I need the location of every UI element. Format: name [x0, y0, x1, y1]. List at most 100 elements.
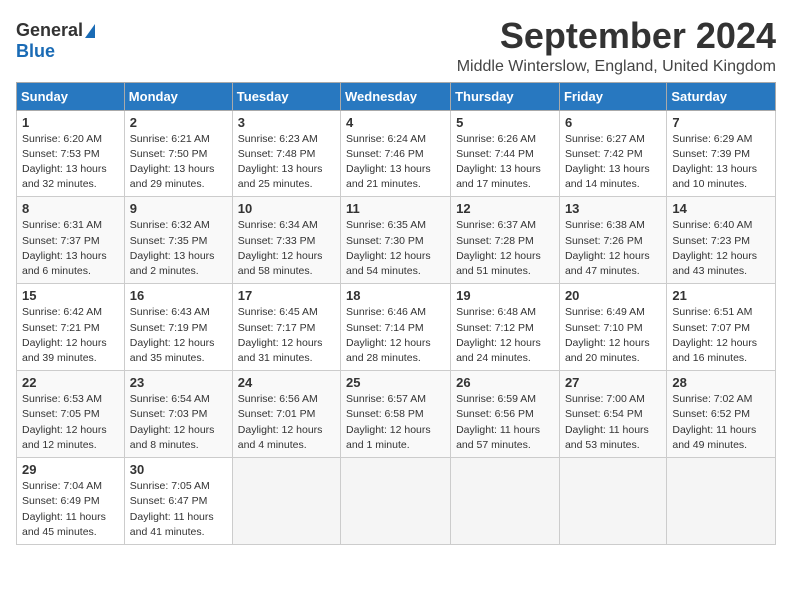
day-number: 19: [456, 288, 554, 303]
day-info: Sunrise: 6:35 AM Sunset: 7:30 PM Dayligh…: [346, 218, 445, 279]
day-info: Sunrise: 6:31 AM Sunset: 7:37 PM Dayligh…: [22, 218, 119, 279]
calendar-week-row: 29Sunrise: 7:04 AM Sunset: 6:49 PM Dayli…: [17, 458, 776, 545]
calendar-day-cell: 13Sunrise: 6:38 AM Sunset: 7:26 PM Dayli…: [559, 197, 666, 284]
calendar-header-row: SundayMondayTuesdayWednesdayThursdayFrid…: [17, 82, 776, 110]
day-number: 11: [346, 201, 445, 216]
day-number: 7: [672, 115, 770, 130]
day-info: Sunrise: 6:34 AM Sunset: 7:33 PM Dayligh…: [238, 218, 335, 279]
calendar-day-cell: 15 Sunrise: 6:42 AM Sunset: 7:21 PM Dayli…: [17, 284, 125, 371]
day-number: 14: [672, 201, 770, 216]
day-number: 23: [130, 375, 227, 390]
calendar-day-cell: 12 Sunrise: 6:37 AM Sunset: 7:28 PM Dayli…: [451, 197, 560, 284]
calendar-day-cell: 28Sunrise: 7:02 AM Sunset: 6:52 PM Dayli…: [667, 371, 776, 458]
day-info: Sunrise: 6:43 AM Sunset: 7:19 PM Dayligh…: [130, 305, 227, 366]
calendar-day-header: Thursday: [451, 82, 560, 110]
logo: General Blue: [16, 16, 95, 62]
day-info: Sunrise: 6:21 AM Sunset: 7:50 PM Dayligh…: [130, 132, 227, 193]
day-info: Sunrise: 6:23 AM Sunset: 7:48 PM Dayligh…: [238, 132, 335, 193]
calendar-day-cell: 11 Sunrise: 6:35 AM Sunset: 7:30 PM Dayli…: [341, 197, 451, 284]
header: General Blue September 2024 Middle Winte…: [16, 16, 776, 76]
day-info: Sunrise: 6:29 AM Sunset: 7:39 PM Dayligh…: [672, 132, 770, 193]
day-info: Sunrise: 6:37 AM Sunset: 7:28 PM Dayligh…: [456, 218, 554, 279]
day-info: Sunrise: 7:00 AM Sunset: 6:54 PM Dayligh…: [565, 392, 661, 453]
calendar-day-cell: [341, 458, 451, 545]
calendar-day-cell: [232, 458, 340, 545]
day-info: Sunrise: 6:24 AM Sunset: 7:46 PM Dayligh…: [346, 132, 445, 193]
day-number: 24: [238, 375, 335, 390]
day-info: Sunrise: 6:54 AM Sunset: 7:03 PM Dayligh…: [130, 392, 227, 453]
logo-blue: Blue: [16, 41, 55, 62]
calendar-day-cell: 23 Sunrise: 6:54 AM Sunset: 7:03 PM Dayli…: [124, 371, 232, 458]
day-number: 25: [346, 375, 445, 390]
calendar-day-cell: 9 Sunrise: 6:32 AM Sunset: 7:35 PM Daylig…: [124, 197, 232, 284]
day-number: 17: [238, 288, 335, 303]
day-number: 26: [456, 375, 554, 390]
calendar-week-row: 22 Sunrise: 6:53 AM Sunset: 7:05 PM Dayli…: [17, 371, 776, 458]
day-info: Sunrise: 7:04 AM Sunset: 6:49 PM Dayligh…: [22, 479, 119, 540]
day-info: Sunrise: 6:40 AM Sunset: 7:23 PM Dayligh…: [672, 218, 770, 279]
day-info: Sunrise: 6:42 AM Sunset: 7:21 PM Dayligh…: [22, 305, 119, 366]
calendar-day-cell: 25 Sunrise: 6:57 AM Sunset: 6:58 PM Dayli…: [341, 371, 451, 458]
logo-general: General: [16, 20, 83, 41]
calendar-day-header: Friday: [559, 82, 666, 110]
calendar-day-header: Sunday: [17, 82, 125, 110]
calendar-day-cell: 22 Sunrise: 6:53 AM Sunset: 7:05 PM Dayli…: [17, 371, 125, 458]
calendar-day-cell: 14 Sunrise: 6:40 AM Sunset: 7:23 PM Dayli…: [667, 197, 776, 284]
day-number: 15: [22, 288, 119, 303]
calendar-week-row: 8 Sunrise: 6:31 AM Sunset: 7:37 PM Daylig…: [17, 197, 776, 284]
calendar-day-header: Tuesday: [232, 82, 340, 110]
calendar-day-cell: [451, 458, 560, 545]
day-number: 2: [130, 115, 227, 130]
calendar-day-cell: 2 Sunrise: 6:21 AM Sunset: 7:50 PM Daylig…: [124, 110, 232, 197]
calendar-day-cell: 3 Sunrise: 6:23 AM Sunset: 7:48 PM Daylig…: [232, 110, 340, 197]
location-title: Middle Winterslow, England, United Kingd…: [457, 58, 776, 76]
calendar-day-cell: 21 Sunrise: 6:51 AM Sunset: 7:07 PM Dayli…: [667, 284, 776, 371]
logo-arrow-icon: [85, 24, 95, 38]
day-info: Sunrise: 6:46 AM Sunset: 7:14 PM Dayligh…: [346, 305, 445, 366]
day-number: 13: [565, 201, 661, 216]
day-info: Sunrise: 6:57 AM Sunset: 6:58 PM Dayligh…: [346, 392, 445, 453]
day-number: 8: [22, 201, 119, 216]
calendar-day-cell: [559, 458, 666, 545]
calendar-day-cell: 20Sunrise: 6:49 AM Sunset: 7:10 PM Dayli…: [559, 284, 666, 371]
calendar-day-cell: 6 Sunrise: 6:27 AM Sunset: 7:42 PM Daylig…: [559, 110, 666, 197]
day-info: Sunrise: 6:45 AM Sunset: 7:17 PM Dayligh…: [238, 305, 335, 366]
day-info: Sunrise: 6:26 AM Sunset: 7:44 PM Dayligh…: [456, 132, 554, 193]
calendar-day-cell: 10Sunrise: 6:34 AM Sunset: 7:33 PM Dayli…: [232, 197, 340, 284]
day-number: 9: [130, 201, 227, 216]
calendar-week-row: 15 Sunrise: 6:42 AM Sunset: 7:21 PM Dayli…: [17, 284, 776, 371]
day-number: 1: [22, 115, 119, 130]
calendar-table: SundayMondayTuesdayWednesdayThursdayFrid…: [16, 82, 776, 545]
day-number: 16: [130, 288, 227, 303]
calendar-day-header: Wednesday: [341, 82, 451, 110]
day-number: 4: [346, 115, 445, 130]
day-number: 3: [238, 115, 335, 130]
day-info: Sunrise: 6:59 AM Sunset: 6:56 PM Dayligh…: [456, 392, 554, 453]
day-info: Sunrise: 6:27 AM Sunset: 7:42 PM Dayligh…: [565, 132, 661, 193]
day-number: 30: [130, 462, 227, 477]
day-number: 18: [346, 288, 445, 303]
calendar-day-cell: 17 Sunrise: 6:45 AM Sunset: 7:17 PM Dayli…: [232, 284, 340, 371]
calendar-day-cell: 16 Sunrise: 6:43 AM Sunset: 7:19 PM Dayli…: [124, 284, 232, 371]
calendar-day-cell: 7 Sunrise: 6:29 AM Sunset: 7:39 PM Daylig…: [667, 110, 776, 197]
day-number: 5: [456, 115, 554, 130]
day-info: Sunrise: 6:48 AM Sunset: 7:12 PM Dayligh…: [456, 305, 554, 366]
day-info: Sunrise: 6:20 AM Sunset: 7:53 PM Dayligh…: [22, 132, 119, 193]
calendar-day-cell: 26 Sunrise: 6:59 AM Sunset: 6:56 PM Dayli…: [451, 371, 560, 458]
day-info: Sunrise: 6:56 AM Sunset: 7:01 PM Dayligh…: [238, 392, 335, 453]
calendar-day-cell: 8 Sunrise: 6:31 AM Sunset: 7:37 PM Daylig…: [17, 197, 125, 284]
calendar-day-cell: 29Sunrise: 7:04 AM Sunset: 6:49 PM Dayli…: [17, 458, 125, 545]
calendar-day-cell: 5 Sunrise: 6:26 AM Sunset: 7:44 PM Daylig…: [451, 110, 560, 197]
day-number: 12: [456, 201, 554, 216]
day-number: 21: [672, 288, 770, 303]
day-number: 20: [565, 288, 661, 303]
day-info: Sunrise: 6:51 AM Sunset: 7:07 PM Dayligh…: [672, 305, 770, 366]
calendar-day-header: Saturday: [667, 82, 776, 110]
calendar-day-cell: 19 Sunrise: 6:48 AM Sunset: 7:12 PM Dayli…: [451, 284, 560, 371]
day-number: 22: [22, 375, 119, 390]
day-info: Sunrise: 6:53 AM Sunset: 7:05 PM Dayligh…: [22, 392, 119, 453]
title-area: September 2024 Middle Winterslow, Englan…: [457, 16, 776, 76]
day-info: Sunrise: 6:32 AM Sunset: 7:35 PM Dayligh…: [130, 218, 227, 279]
calendar-day-cell: 4 Sunrise: 6:24 AM Sunset: 7:46 PM Daylig…: [341, 110, 451, 197]
day-number: 6: [565, 115, 661, 130]
